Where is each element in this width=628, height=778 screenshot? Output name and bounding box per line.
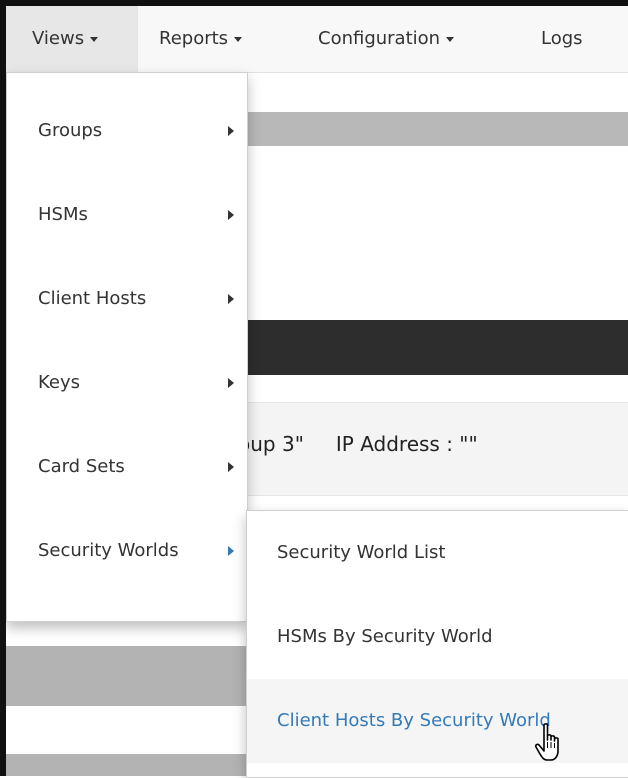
menu-item-label: HSMs (38, 204, 88, 225)
menu-item-label: Groups (38, 120, 103, 141)
nav-reports-dropdown[interactable]: Reports (159, 6, 243, 72)
caret-down-icon (234, 36, 243, 42)
menu-item-label: Keys (38, 372, 81, 393)
menu-item-client-hosts[interactable]: Client Hosts (7, 257, 247, 341)
submenu-item-client-hosts-by-security-world[interactable]: Client Hosts By Security World (247, 679, 628, 763)
menu-item-label: Card Sets (38, 456, 125, 477)
ip-address-text: IP Address : "" (335, 432, 478, 456)
submenu-item-label: HSMs By Security World (277, 626, 493, 647)
hand-pointer-cursor (534, 723, 559, 761)
menu-item-label: Security Worlds (38, 540, 179, 561)
top-navbar: Views Reports Configuration Logs (6, 6, 628, 73)
menu-item-hsms[interactable]: HSMs (7, 173, 247, 257)
chevron-right-icon (228, 294, 234, 304)
submenu-item-label: Security World List (277, 542, 446, 563)
security-worlds-submenu: Security World List HSMs By Security Wor… (246, 510, 628, 778)
window-frame-left (0, 0, 6, 776)
caret-down-icon (90, 36, 99, 42)
menu-item-groups[interactable]: Groups (7, 89, 247, 173)
nav-configuration-label: Configuration (318, 28, 441, 49)
chevron-right-icon (228, 210, 234, 220)
menu-item-label: Client Hosts (38, 288, 147, 309)
submenu-item-security-world-list[interactable]: Security World List (247, 511, 628, 595)
chevron-right-icon (228, 378, 234, 388)
nav-logs-link[interactable]: Logs (541, 6, 583, 72)
nav-logs-label: Logs (541, 28, 583, 49)
chevron-right-icon (228, 462, 234, 472)
group-info-text: oup 3" IP Address : "" (238, 432, 478, 456)
views-dropdown-menu: Groups HSMs Client Hosts Keys Card Sets … (6, 72, 248, 622)
submenu-item-label: Client Hosts By Security World (277, 710, 551, 731)
nav-configuration-dropdown[interactable]: Configuration (318, 6, 455, 72)
menu-item-card-sets[interactable]: Card Sets (7, 425, 247, 509)
caret-down-icon (446, 36, 455, 42)
nav-reports-label: Reports (159, 28, 229, 49)
submenu-item-hsms-by-security-world[interactable]: HSMs By Security World (247, 595, 628, 679)
nav-views-dropdown[interactable]: Views (6, 6, 138, 72)
nav-views-label: Views (32, 28, 85, 49)
menu-item-keys[interactable]: Keys (7, 341, 247, 425)
window-frame-top (0, 0, 628, 6)
chevron-right-icon (228, 546, 234, 556)
menu-item-security-worlds[interactable]: Security Worlds (7, 509, 247, 593)
chevron-right-icon (228, 126, 234, 136)
